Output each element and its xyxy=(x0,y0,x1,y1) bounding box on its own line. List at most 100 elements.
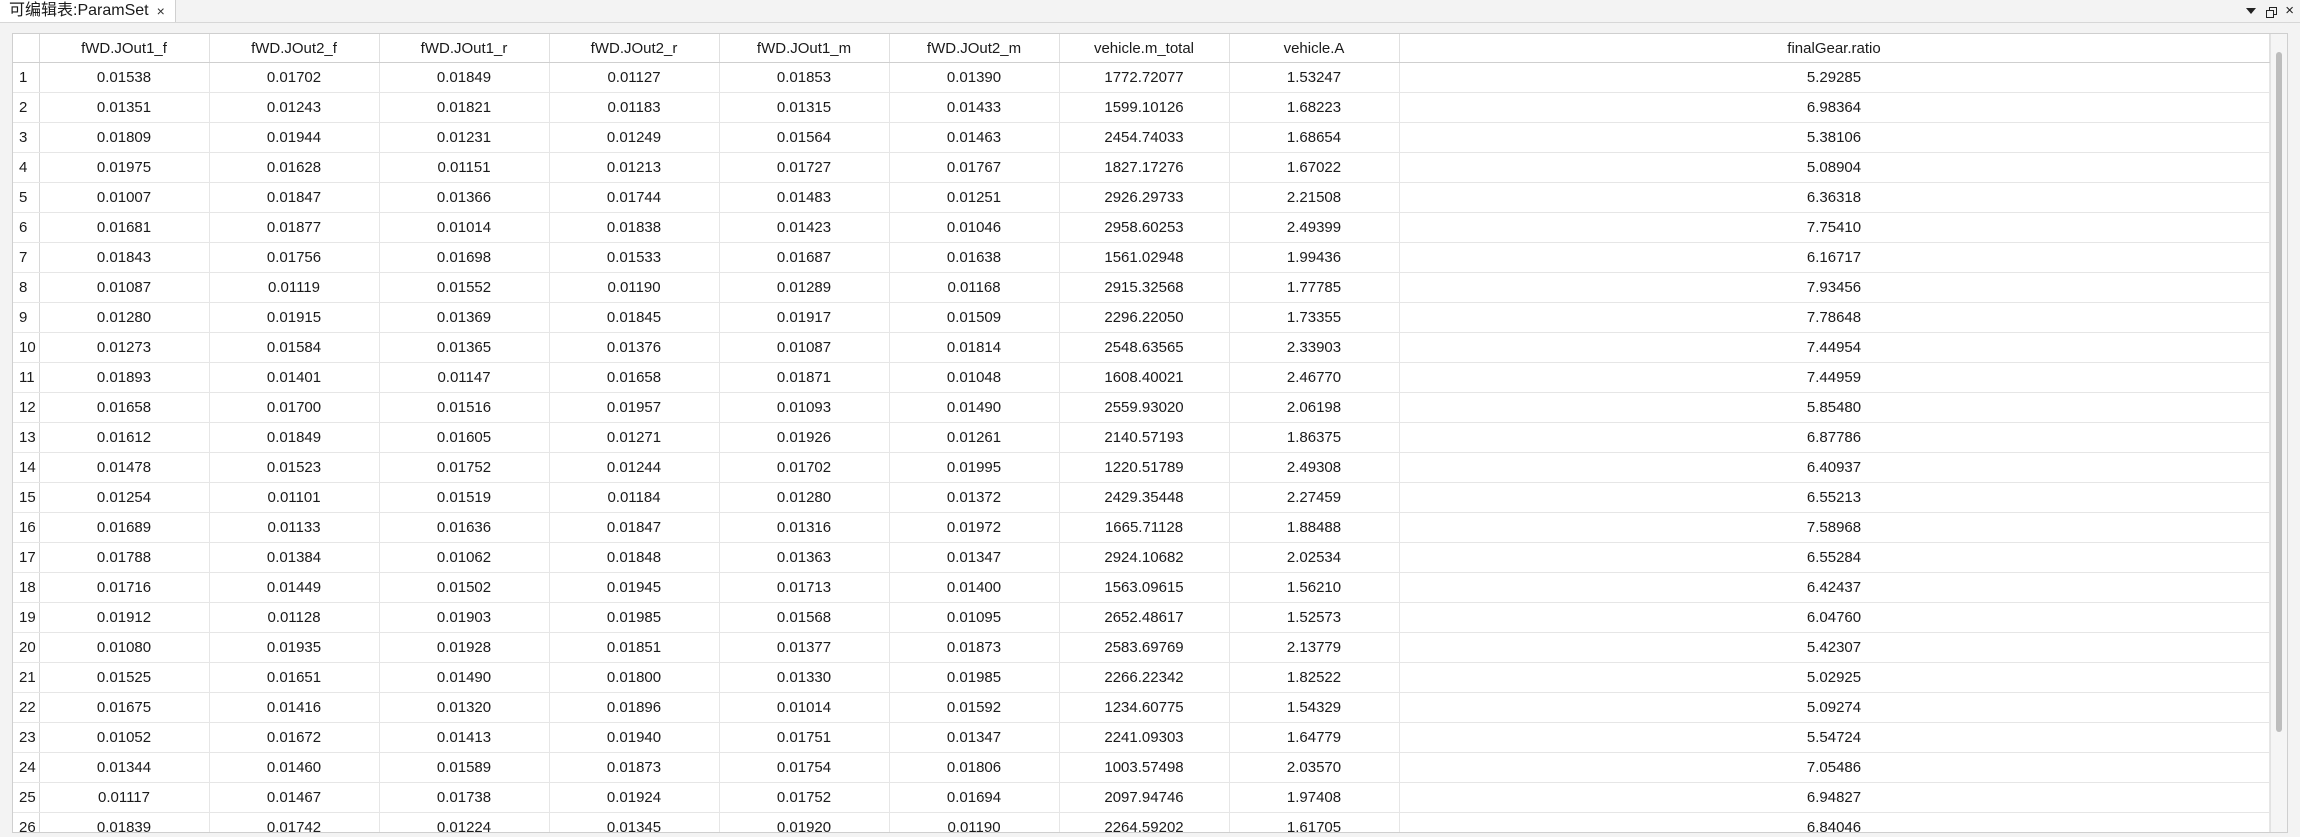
table-cell[interactable]: 2924.10682 xyxy=(1059,542,1230,573)
table-cell[interactable]: 0.01190 xyxy=(549,272,720,303)
table-cell[interactable]: 6.84046 xyxy=(1399,812,2270,832)
row-number[interactable]: 1 xyxy=(13,62,40,93)
table-cell[interactable]: 0.01800 xyxy=(549,662,720,693)
chevron-down-icon[interactable] xyxy=(2246,8,2257,14)
table-row[interactable]: 3 0.01809 0.01944 0.01231 0.01249 0.01564 0.01… xyxy=(13,122,2270,153)
table-cell[interactable]: 0.01713 xyxy=(719,572,890,603)
table-cell[interactable]: 0.01751 xyxy=(719,722,890,753)
table-cell[interactable]: 0.01584 xyxy=(209,332,380,363)
table-cell[interactable]: 0.01365 xyxy=(379,332,550,363)
table-row[interactable]: 11 0.01893 0.01401 0.01147 0.01658 0.01871 0.0… xyxy=(13,362,2270,393)
row-number[interactable]: 5 xyxy=(13,182,40,213)
table-cell[interactable]: 0.01101 xyxy=(209,482,380,513)
table-cell[interactable]: 0.01363 xyxy=(719,542,890,573)
table-cell[interactable]: 0.01754 xyxy=(719,752,890,783)
table-cell[interactable]: 0.01975 xyxy=(39,152,210,183)
table-cell[interactable]: 5.08904 xyxy=(1399,152,2270,183)
table-row[interactable]: 13 0.01612 0.01849 0.01605 0.01271 0.01926 0.0… xyxy=(13,422,2270,453)
table-cell[interactable]: 0.01463 xyxy=(889,122,1060,153)
table-cell[interactable]: 5.54724 xyxy=(1399,722,2270,753)
table-cell[interactable]: 1220.51789 xyxy=(1059,452,1230,483)
table-cell[interactable]: 0.01839 xyxy=(39,812,210,832)
row-number[interactable]: 12 xyxy=(13,392,40,423)
table-cell[interactable]: 0.01985 xyxy=(889,662,1060,693)
table-cell[interactable]: 0.01612 xyxy=(39,422,210,453)
table-cell[interactable]: 0.01727 xyxy=(719,152,890,183)
table-cell[interactable]: 0.01400 xyxy=(889,572,1060,603)
table-cell[interactable]: 0.01843 xyxy=(39,242,210,273)
table-cell[interactable]: 0.01788 xyxy=(39,542,210,573)
table-cell[interactable]: 0.01877 xyxy=(209,212,380,243)
table-cell[interactable]: 0.01366 xyxy=(379,182,550,213)
table-cell[interactable]: 0.01345 xyxy=(549,812,720,832)
table-cell[interactable]: 0.01243 xyxy=(209,92,380,123)
table-cell[interactable]: 0.01117 xyxy=(39,782,210,813)
table-cell[interactable]: 0.01320 xyxy=(379,692,550,723)
table-cell[interactable]: 0.01280 xyxy=(719,482,890,513)
row-number[interactable]: 8 xyxy=(13,272,40,303)
table-cell[interactable]: 2.33903 xyxy=(1229,332,1400,363)
table-cell[interactable]: 0.01133 xyxy=(209,512,380,543)
table-row[interactable]: 7 0.01843 0.01756 0.01698 0.01533 0.01687 0.01… xyxy=(13,242,2270,273)
table-cell[interactable]: 5.38106 xyxy=(1399,122,2270,153)
table-cell[interactable]: 0.01046 xyxy=(889,212,1060,243)
table-cell[interactable]: 0.01516 xyxy=(379,392,550,423)
table-cell[interactable]: 0.01119 xyxy=(209,272,380,303)
table-cell[interactable]: 2.21508 xyxy=(1229,182,1400,213)
table-cell[interactable]: 0.01700 xyxy=(209,392,380,423)
table-cell[interactable]: 0.01940 xyxy=(549,722,720,753)
table-cell[interactable]: 2264.59202 xyxy=(1059,812,1230,832)
column-header[interactable]: finalGear.ratio xyxy=(1399,34,2270,63)
table-cell[interactable]: 0.01525 xyxy=(39,662,210,693)
table-cell[interactable]: 0.01589 xyxy=(379,752,550,783)
table-cell[interactable]: 2.46770 xyxy=(1229,362,1400,393)
table-cell[interactable]: 7.75410 xyxy=(1399,212,2270,243)
table-cell[interactable]: 1.68223 xyxy=(1229,92,1400,123)
table-cell[interactable]: 0.01873 xyxy=(549,752,720,783)
table-cell[interactable]: 0.01048 xyxy=(889,362,1060,393)
table-cell[interactable]: 0.01689 xyxy=(39,512,210,543)
table-cell[interactable]: 0.01903 xyxy=(379,602,550,633)
table-cell[interactable]: 0.01087 xyxy=(39,272,210,303)
table-cell[interactable]: 0.01605 xyxy=(379,422,550,453)
table-cell[interactable]: 0.01384 xyxy=(209,542,380,573)
table-cell[interactable]: 0.01744 xyxy=(549,182,720,213)
table-cell[interactable]: 5.02925 xyxy=(1399,662,2270,693)
table-cell[interactable]: 2652.48617 xyxy=(1059,602,1230,633)
table-cell[interactable]: 0.01972 xyxy=(889,512,1060,543)
row-number[interactable]: 2 xyxy=(13,92,40,123)
table-cell[interactable]: 0.01742 xyxy=(209,812,380,832)
table-cell[interactable]: 1.77785 xyxy=(1229,272,1400,303)
table-cell[interactable]: 0.01347 xyxy=(889,722,1060,753)
table-cell[interactable]: 0.01687 xyxy=(719,242,890,273)
row-number[interactable]: 20 xyxy=(13,632,40,663)
table-cell[interactable]: 0.01681 xyxy=(39,212,210,243)
column-header[interactable]: fWD.JOut2_m xyxy=(889,34,1060,63)
table-cell[interactable]: 2915.32568 xyxy=(1059,272,1230,303)
table-cell[interactable]: 1.52573 xyxy=(1229,602,1400,633)
table-cell[interactable]: 1608.40021 xyxy=(1059,362,1230,393)
table-cell[interactable]: 0.01924 xyxy=(549,782,720,813)
table-cell[interactable]: 0.01985 xyxy=(549,602,720,633)
table-cell[interactable]: 0.01658 xyxy=(549,362,720,393)
table-cell[interactable]: 0.01007 xyxy=(39,182,210,213)
table-row[interactable]: 10 0.01273 0.01584 0.01365 0.01376 0.01087 0.0… xyxy=(13,332,2270,363)
table-cell[interactable]: 2.02534 xyxy=(1229,542,1400,573)
table-cell[interactable]: 0.01995 xyxy=(889,452,1060,483)
table-cell[interactable]: 0.01871 xyxy=(719,362,890,393)
scrollbar-thumb[interactable] xyxy=(2276,52,2282,732)
table-cell[interactable]: 0.01716 xyxy=(39,572,210,603)
table-cell[interactable]: 0.01093 xyxy=(719,392,890,423)
column-header[interactable]: vehicle.m_total xyxy=(1059,34,1230,63)
table-cell[interactable]: 2926.29733 xyxy=(1059,182,1230,213)
table-row[interactable]: 25 0.01117 0.01467 0.01738 0.01924 0.01752 0.0… xyxy=(13,782,2270,813)
table-row[interactable]: 18 0.01716 0.01449 0.01502 0.01945 0.01713 0.0… xyxy=(13,572,2270,603)
table-cell[interactable]: 0.01261 xyxy=(889,422,1060,453)
table-cell[interactable]: 0.01912 xyxy=(39,602,210,633)
table-cell[interactable]: 0.01592 xyxy=(889,692,1060,723)
table-cell[interactable]: 0.01014 xyxy=(379,212,550,243)
table-cell[interactable]: 0.01523 xyxy=(209,452,380,483)
row-number[interactable]: 15 xyxy=(13,482,40,513)
table-cell[interactable]: 0.01752 xyxy=(719,782,890,813)
row-number[interactable]: 11 xyxy=(13,362,40,393)
